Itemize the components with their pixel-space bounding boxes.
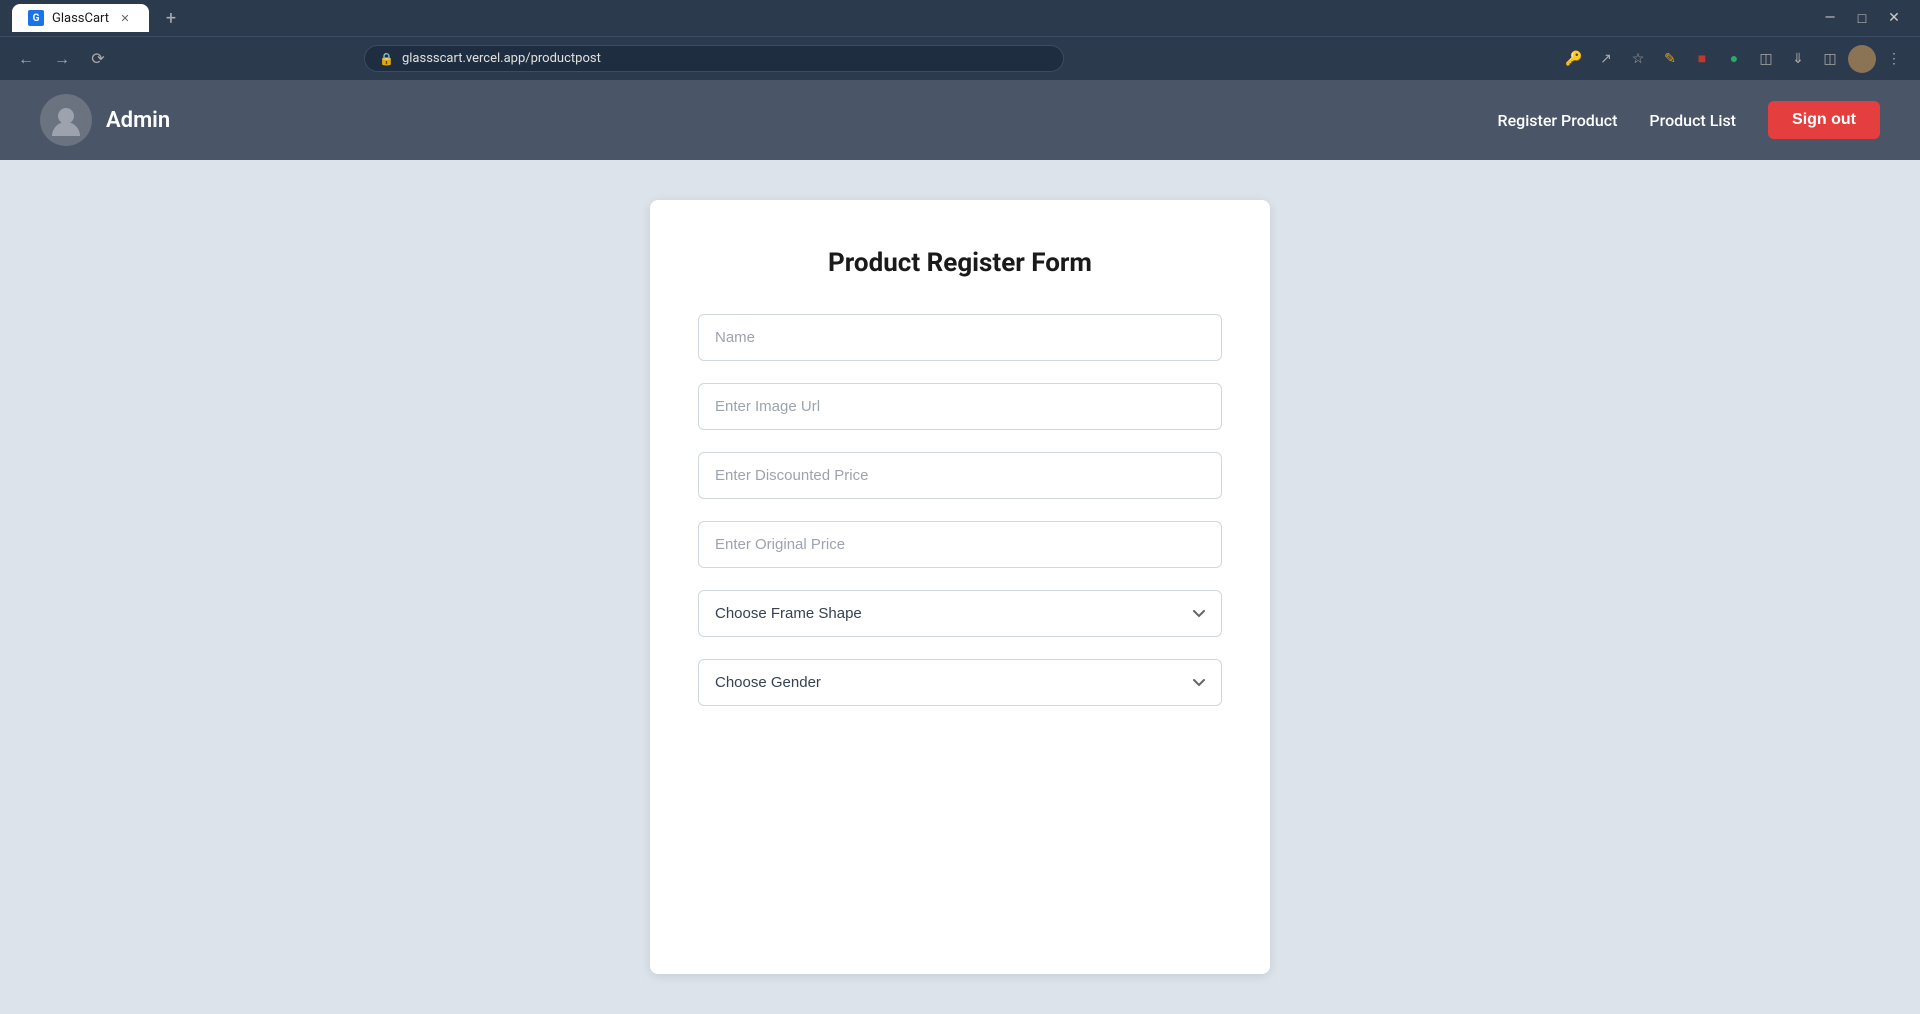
frame-shape-select[interactable]: Choose Frame Shape Round Square Rectangl… xyxy=(698,590,1222,637)
gender-field-group: Choose Gender Male Female Unisex xyxy=(698,659,1222,706)
toolbar-actions: 🔑 ↗ ☆ ✎ ■ ● ◫ ⇓ ◫ ⋮ xyxy=(1560,45,1908,73)
star-icon[interactable]: ☆ xyxy=(1624,45,1652,73)
admin-profile: Admin xyxy=(40,94,170,146)
tab-favicon: G xyxy=(28,10,44,26)
product-register-form-card: Product Register Form Choose Frame Shape… xyxy=(650,200,1270,974)
tab-title: GlassCart xyxy=(52,11,109,26)
address-bar[interactable]: 🔒 glassscart.vercel.app/productpost xyxy=(364,45,1064,72)
app-navbar: Admin Register Product Product List Sign… xyxy=(0,80,1920,160)
download-icon[interactable]: ⇓ xyxy=(1784,45,1812,73)
browser-titlebar: G GlassCart ✕ + — □ ✕ xyxy=(0,0,1920,36)
image-url-field-group xyxy=(698,383,1222,430)
discounted-price-field-group xyxy=(698,452,1222,499)
forward-button[interactable]: → xyxy=(48,45,76,73)
name-field-group xyxy=(698,314,1222,361)
sidebar-icon[interactable]: ◫ xyxy=(1816,45,1844,73)
admin-avatar-icon xyxy=(40,94,92,146)
form-title: Product Register Form xyxy=(698,248,1222,278)
gender-select[interactable]: Choose Gender Male Female Unisex xyxy=(698,659,1222,706)
name-input[interactable] xyxy=(698,314,1222,361)
admin-name-label: Admin xyxy=(106,108,170,133)
minimize-button[interactable]: — xyxy=(1816,4,1844,32)
extensions-icon[interactable]: ◫ xyxy=(1752,45,1780,73)
original-price-field-group xyxy=(698,521,1222,568)
discounted-price-input[interactable] xyxy=(698,452,1222,499)
url-text: glassscart.vercel.app/productpost xyxy=(402,51,601,66)
globe-icon[interactable]: ● xyxy=(1720,45,1748,73)
key-icon[interactable]: 🔑 xyxy=(1560,45,1588,73)
original-price-input[interactable] xyxy=(698,521,1222,568)
photo-icon[interactable]: ■ xyxy=(1688,45,1716,73)
navbar-nav: Register Product Product List Sign out xyxy=(1498,101,1881,139)
edit-icon[interactable]: ✎ xyxy=(1656,45,1684,73)
maximize-button[interactable]: □ xyxy=(1848,4,1876,32)
close-button[interactable]: ✕ xyxy=(1880,4,1908,32)
signout-button[interactable]: Sign out xyxy=(1768,101,1880,139)
product-list-link[interactable]: Product List xyxy=(1649,111,1736,130)
browser-tab[interactable]: G GlassCart ✕ xyxy=(12,4,149,32)
register-product-link[interactable]: Register Product xyxy=(1498,111,1618,130)
tab-close-button[interactable]: ✕ xyxy=(117,10,133,26)
window-controls: — □ ✕ xyxy=(1816,4,1908,32)
reload-button[interactable]: ⟳ xyxy=(84,45,112,73)
share-icon[interactable]: ↗ xyxy=(1592,45,1620,73)
browser-toolbar: ← → ⟳ 🔒 glassscart.vercel.app/productpos… xyxy=(0,36,1920,80)
menu-icon[interactable]: ⋮ xyxy=(1880,45,1908,73)
main-content: Product Register Form Choose Frame Shape… xyxy=(0,160,1920,1014)
lock-icon: 🔒 xyxy=(379,52,394,66)
back-button[interactable]: ← xyxy=(12,45,40,73)
browser-chrome: G GlassCart ✕ + — □ ✕ ← → ⟳ 🔒 glassscart… xyxy=(0,0,1920,80)
image-url-input[interactable] xyxy=(698,383,1222,430)
user-avatar-button[interactable] xyxy=(1848,45,1876,73)
frame-shape-field-group: Choose Frame Shape Round Square Rectangl… xyxy=(698,590,1222,637)
new-tab-button[interactable]: + xyxy=(157,4,185,32)
